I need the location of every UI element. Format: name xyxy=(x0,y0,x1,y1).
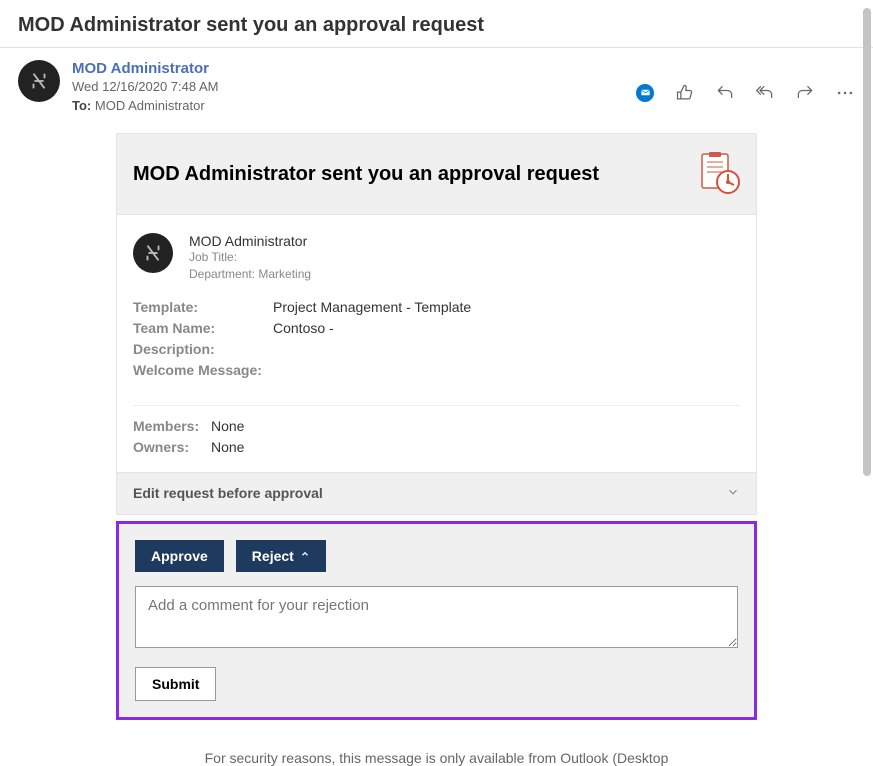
like-icon[interactable] xyxy=(675,83,695,103)
edit-request-label: Edit request before approval xyxy=(133,485,323,501)
sender-block: MOD Administrator Wed 12/16/2020 7:48 AM… xyxy=(18,60,218,113)
members-block: Members: None Owners: None xyxy=(117,416,756,472)
email-timestamp: Wed 12/16/2020 7:48 AM xyxy=(72,79,218,94)
sender-avatar xyxy=(18,60,60,102)
email-toolbar xyxy=(635,60,855,113)
requester-avatar xyxy=(133,233,173,273)
reply-all-icon[interactable] xyxy=(755,83,775,103)
reply-icon[interactable] xyxy=(715,83,735,103)
edit-request-toggle[interactable]: Edit request before approval xyxy=(117,472,756,514)
rejection-comment-input[interactable] xyxy=(135,586,738,648)
submit-button[interactable]: Submit xyxy=(135,667,216,701)
card-header-title: MOD Administrator sent you an approval r… xyxy=(133,163,599,186)
details-divider xyxy=(133,405,740,406)
detail-template: Template: Project Management - Template xyxy=(133,297,740,318)
detail-welcome: Welcome Message: xyxy=(133,360,740,381)
approval-card-wrap: MOD Administrator sent you an approval r… xyxy=(116,133,757,766)
requester-block: MOD Administrator Job Title: Department:… xyxy=(117,215,756,297)
card-header: MOD Administrator sent you an approval r… xyxy=(117,134,756,215)
forward-icon[interactable] xyxy=(795,83,815,103)
more-actions-icon[interactable] xyxy=(835,83,855,103)
chevron-up-icon xyxy=(300,549,310,562)
requester-job-title: Job Title: xyxy=(189,249,311,266)
requester-department: Department: Marketing xyxy=(189,266,311,283)
sender-name: MOD Administrator xyxy=(72,60,218,77)
email-header: MOD Administrator Wed 12/16/2020 7:48 AM… xyxy=(0,48,873,113)
request-details: Template: Project Management - Template … xyxy=(117,297,756,395)
scrollbar-thumb[interactable] xyxy=(863,8,871,476)
security-footer: For security reasons, this message is on… xyxy=(116,720,757,766)
chevron-down-icon xyxy=(726,485,740,502)
approve-button[interactable]: Approve xyxy=(135,540,224,572)
clipboard-clock-icon xyxy=(700,152,740,196)
page-title: MOD Administrator sent you an approval r… xyxy=(0,0,873,47)
unread-icon[interactable] xyxy=(635,83,655,103)
action-buttons: Approve Reject xyxy=(135,540,738,572)
detail-members: Members: None xyxy=(133,416,740,437)
action-panel: Approve Reject Submit xyxy=(116,521,757,720)
detail-team-name: Team Name: Contoso - xyxy=(133,318,740,339)
to-value: MOD Administrator xyxy=(95,98,205,113)
to-line: To: MOD Administrator xyxy=(72,98,218,113)
to-label: To: xyxy=(72,98,91,113)
reject-button[interactable]: Reject xyxy=(236,540,326,572)
approval-card: MOD Administrator sent you an approval r… xyxy=(116,133,757,515)
requester-name: MOD Administrator xyxy=(189,233,311,249)
detail-description: Description: xyxy=(133,339,740,360)
detail-owners: Owners: None xyxy=(133,437,740,458)
